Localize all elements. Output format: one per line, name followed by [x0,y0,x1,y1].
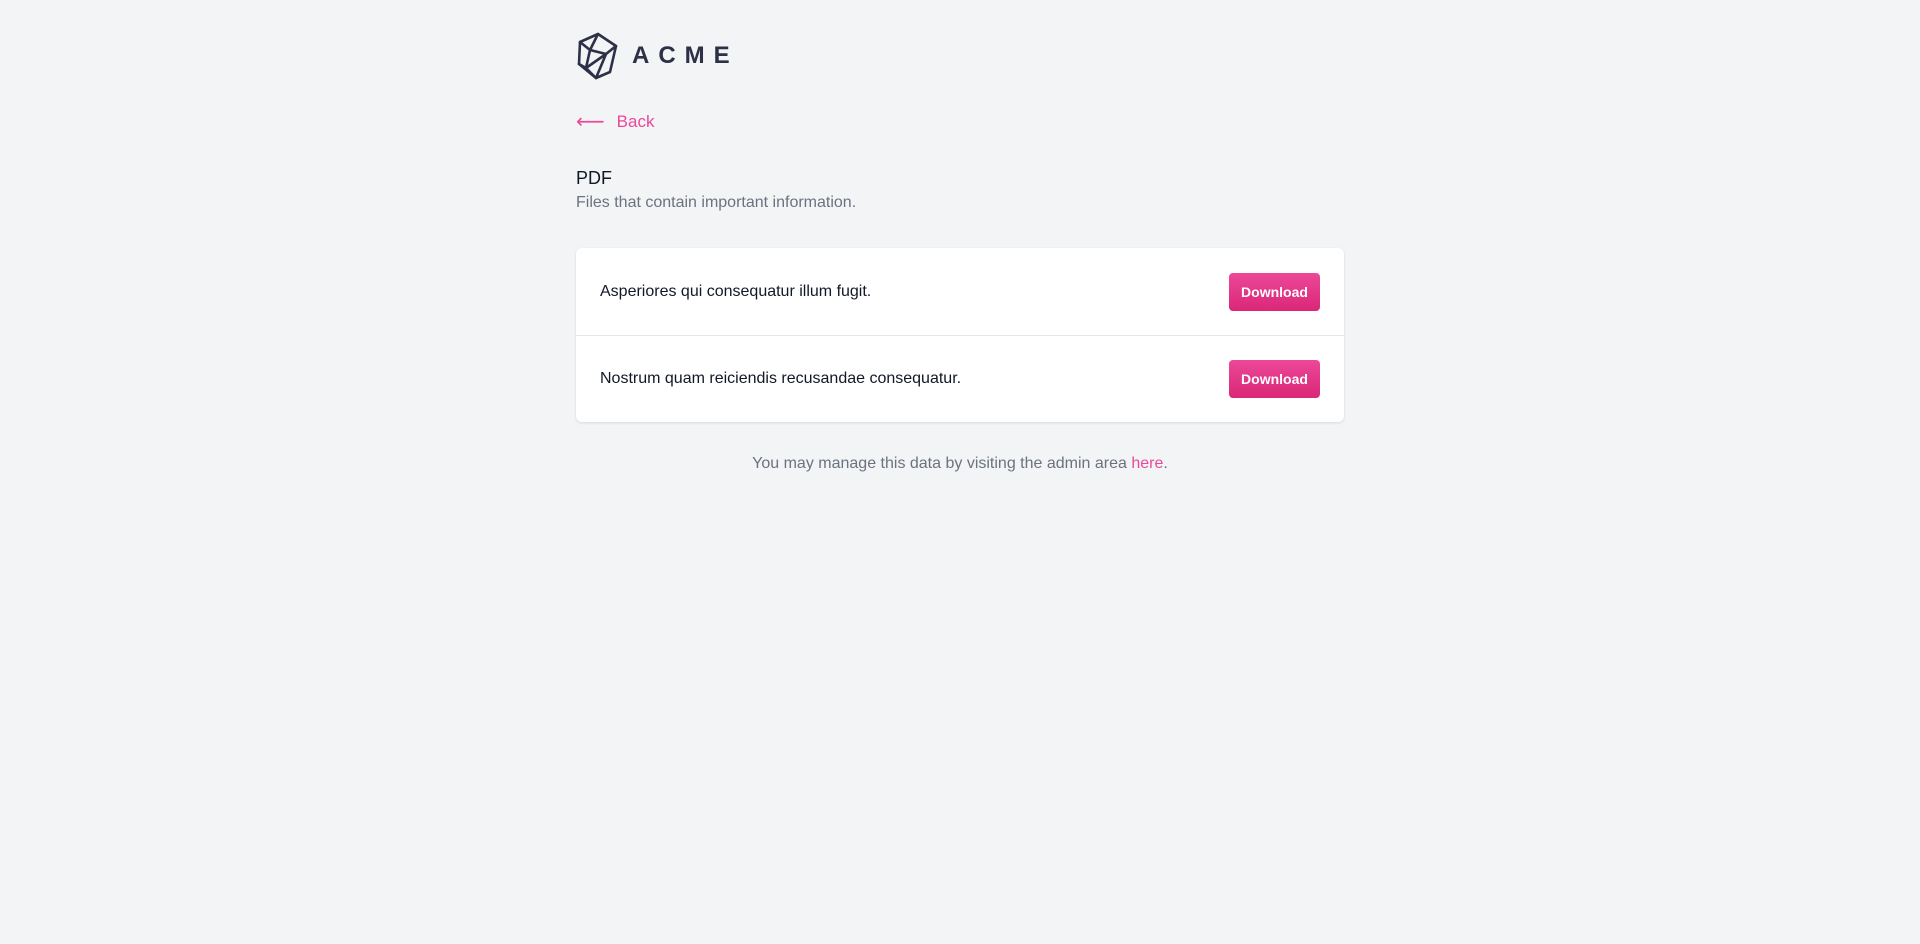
cube-icon [577,32,618,80]
admin-note-text: You may manage this data by visiting the… [752,455,1132,472]
back-label: Back [616,112,655,131]
download-button[interactable]: Download [1229,272,1320,311]
logo: ACME [576,32,739,80]
list-item: Asperiores qui consequatur illum fugit. … [576,248,1344,335]
admin-note: You may manage this data by visiting the… [576,455,1344,473]
download-button[interactable]: Download [1229,360,1320,398]
logo-text: ACME [632,42,739,69]
arrow-left-icon: ⟵ [576,111,605,133]
admin-link[interactable]: here [1131,455,1163,472]
file-title: Nostrum quam reiciendis recusandae conse… [600,370,962,387]
back-link[interactable]: ⟵ Back [576,112,654,132]
file-title: Asperiores qui consequatur illum fugit. [600,282,872,300]
admin-note-suffix: . [1163,455,1168,472]
files-list: Asperiores qui consequatur illum fugit. … [576,248,1344,422]
page-subtitle: Files that contain important information… [576,194,857,211]
list-item: Nostrum quam reiciendis recusandae conse… [576,335,1344,422]
page-title: PDF [576,168,612,188]
